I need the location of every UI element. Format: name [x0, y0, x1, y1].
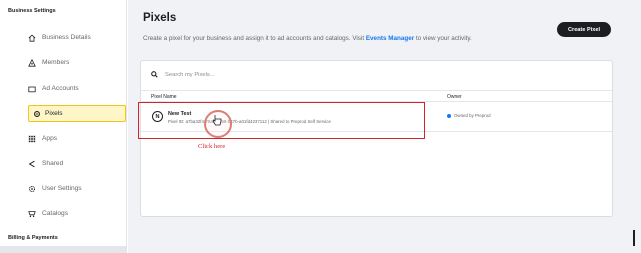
sidebar-item-apps[interactable]: Apps	[20, 130, 120, 147]
sidebar-item-label: Ad Accounts	[42, 85, 79, 92]
column-header-owner: Owner	[447, 94, 462, 100]
sidebar: Business Settings Business Details Membe…	[0, 0, 127, 246]
sidebar-item-label: Catalogs	[42, 210, 69, 217]
status-dot-icon	[447, 113, 451, 118]
create-pixel-button[interactable]: Create Pixel	[557, 22, 611, 37]
sidebar-item-shared[interactable]: Shared	[20, 155, 120, 172]
sidebar-item-catalogs[interactable]: Catalogs	[20, 205, 120, 222]
search-input[interactable]: Search my Pixels...	[151, 68, 291, 82]
sidebar-item-label: Shared	[42, 160, 64, 167]
sidebar-item-members[interactable]: Members	[20, 54, 120, 71]
sidebar-item-user-settings[interactable]: User Settings	[20, 180, 120, 197]
billing-payments-heading[interactable]: Billing & Payments	[8, 235, 58, 241]
owner-label: Owned by Preprod	[454, 113, 491, 118]
sidebar-item-label: Pixels	[45, 110, 63, 117]
sidebar-bottom-strip	[0, 246, 127, 253]
divider	[141, 90, 612, 91]
description-text: Create a pixel for your business and ass…	[143, 35, 366, 42]
page-title: Pixels	[143, 12, 177, 24]
home-icon	[20, 34, 42, 42]
sidebar-item-label: User Settings	[42, 185, 82, 192]
page-description: Create a pixel for your business and ass…	[143, 35, 472, 42]
gear-icon	[20, 185, 42, 193]
sidebar-item-ad-accounts[interactable]: Ad Accounts	[20, 80, 120, 97]
events-manager-link[interactable]: Events Manager	[366, 35, 414, 42]
highlight-box	[138, 102, 425, 139]
folder-icon	[20, 85, 42, 93]
apps-grid-icon	[20, 135, 42, 143]
text-cursor-marker	[633, 230, 635, 246]
sidebar-item-label: Apps	[42, 135, 58, 142]
description-text-end: to view your activity.	[414, 35, 472, 42]
business-settings-heading: Business Settings	[8, 8, 56, 14]
pixel-icon	[29, 110, 45, 118]
share-icon	[20, 160, 42, 168]
sidebar-item-pixels[interactable]: Pixels	[28, 105, 126, 122]
click-here-label: Click here	[198, 143, 226, 150]
sidebar-item-business-details[interactable]: Business Details	[20, 29, 120, 46]
catalog-icon	[20, 210, 42, 218]
sidebar-item-label: Business Details	[42, 34, 91, 41]
search-placeholder: Search my Pixels...	[165, 72, 215, 78]
members-icon	[20, 58, 42, 67]
hand-cursor-icon	[212, 114, 222, 128]
search-icon	[151, 70, 161, 80]
sidebar-item-label: Members	[42, 59, 70, 66]
column-header-pixel-name: Pixel Name	[151, 94, 177, 100]
owner-cell: Owned by Preprod	[447, 113, 491, 118]
